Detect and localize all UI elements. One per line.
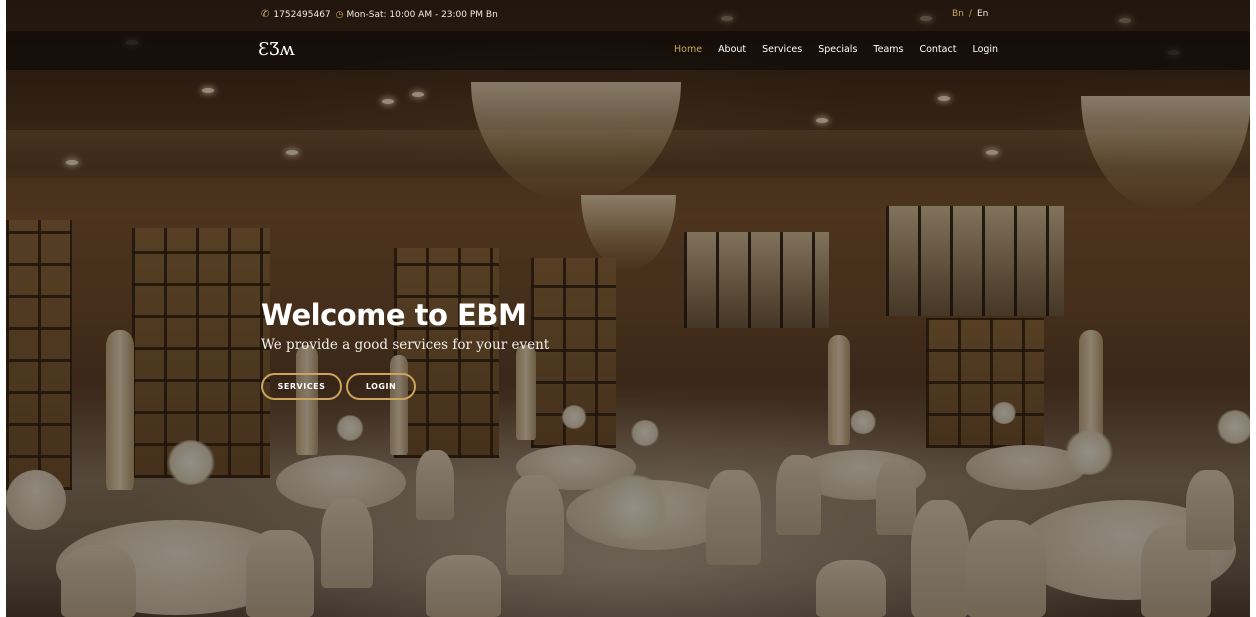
nav-item-specials[interactable]: Specials <box>818 44 857 55</box>
nav-item-login[interactable]: Login <box>972 44 998 55</box>
nav-item-services[interactable]: Services <box>762 44 802 55</box>
nav-item-home[interactable]: Home <box>674 44 702 55</box>
services-button[interactable]: SERVICES <box>261 373 342 400</box>
login-button[interactable]: LOGIN <box>346 373 416 400</box>
main-navbar: ƐƷʍ Home About Services Specials Teams C… <box>6 31 1250 70</box>
nav-item-contact[interactable]: Contact <box>919 44 956 55</box>
top-info-bar: ✆ 1752495467 ◷ Mon-Sat: 10:00 AM - 23:00… <box>6 0 1250 31</box>
language-switcher: Bn / En <box>952 9 988 19</box>
language-en[interactable]: En <box>977 9 988 19</box>
language-bn[interactable]: Bn <box>952 9 964 19</box>
business-hours: Mon-Sat: 10:00 AM - 23:00 PM Bn <box>346 9 498 20</box>
site-logo[interactable]: ƐƷʍ <box>258 39 295 60</box>
nav-item-teams[interactable]: Teams <box>873 44 903 55</box>
hero-overlay <box>6 0 1250 617</box>
contact-info: ✆ 1752495467 ◷ Mon-Sat: 10:00 AM - 23:00… <box>261 9 498 20</box>
phone-icon: ✆ <box>261 9 270 20</box>
hero-subtitle: We provide a good services for your even… <box>261 337 550 353</box>
page: ✆ 1752495467 ◷ Mon-Sat: 10:00 AM - 23:00… <box>6 0 1250 617</box>
nav-menu: Home About Services Specials Teams Conta… <box>674 44 1014 55</box>
hero-title: Welcome to EBM <box>261 298 527 332</box>
phone-number: 1752495467 <box>273 9 331 20</box>
clock-icon: ◷ <box>335 9 344 20</box>
nav-item-about[interactable]: About <box>718 44 746 55</box>
language-separator: / <box>968 9 972 19</box>
